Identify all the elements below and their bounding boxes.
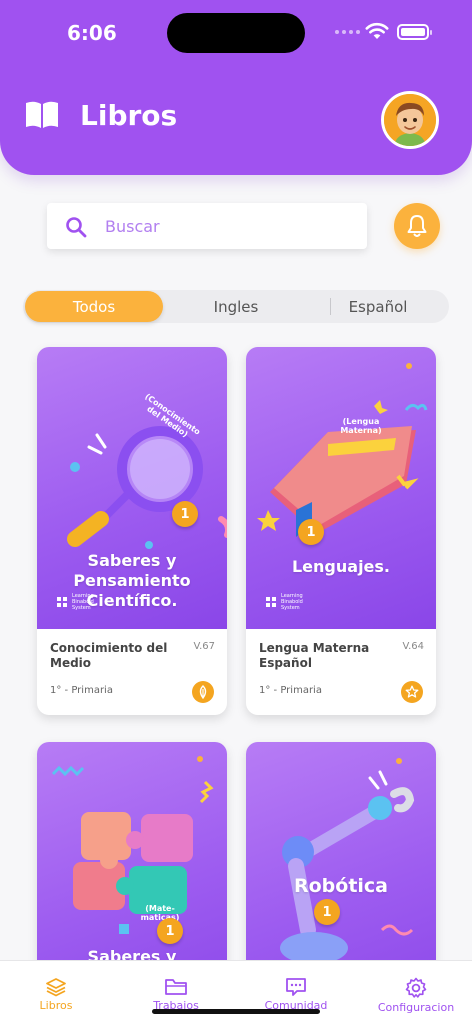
search-icon[interactable] bbox=[65, 216, 87, 238]
status-time: 6:06 bbox=[67, 21, 117, 45]
cover-grade-badge: 1 bbox=[157, 918, 183, 944]
book-cover: (Conocimiento del Medio) 1 Saberes y Pen… bbox=[37, 347, 227, 629]
category-tabs: Todos Ingles Español bbox=[23, 290, 449, 323]
publisher-logo-text: Learning Binabold System bbox=[281, 593, 303, 611]
book-grade: 1° - Primaria bbox=[259, 685, 322, 696]
cover-title: Lenguajes. bbox=[291, 557, 390, 576]
book-info: Lengua Materna Español V.64 1° - Primari… bbox=[246, 629, 436, 715]
wifi-icon bbox=[365, 22, 389, 39]
book-version: V.67 bbox=[193, 641, 215, 652]
publisher-logo: Learning Binabold System bbox=[266, 593, 321, 611]
tab-todos[interactable]: Todos bbox=[25, 291, 163, 322]
book-name: Lengua Materna Español bbox=[259, 641, 370, 670]
grid-logo-icon bbox=[266, 597, 276, 607]
nav-libros[interactable]: Libros bbox=[18, 977, 94, 1012]
nav-comunidad[interactable]: Comunidad bbox=[256, 977, 336, 1012]
cover-subject: (Lengua Materna) bbox=[340, 417, 382, 435]
tab-espanol[interactable]: Español bbox=[309, 291, 447, 322]
book-info: Conocimiento del Medio V.67 1° - Primari… bbox=[37, 629, 227, 715]
folder-icon bbox=[165, 979, 187, 995]
search-input[interactable] bbox=[105, 213, 355, 239]
cover-title: Robótica bbox=[293, 875, 389, 897]
leaf-icon bbox=[199, 685, 207, 699]
cover-grade-badge: 1 bbox=[298, 519, 324, 545]
dynamic-island bbox=[167, 13, 305, 53]
publisher-logo: Learning Binabold System bbox=[57, 593, 112, 611]
bottom-nav: Libros Trabajos Comunidad Configuracion bbox=[0, 960, 472, 1024]
book-illustration-icon bbox=[257, 400, 428, 537]
layers-icon bbox=[46, 978, 66, 997]
book-version: V.64 bbox=[402, 641, 424, 652]
robot-arm-illustration-icon bbox=[280, 770, 415, 962]
nav-label: Libros bbox=[39, 999, 73, 1012]
book-cover: (Lengua Materna) 1 Lenguajes. Learning B… bbox=[246, 347, 436, 629]
page-title: Libros bbox=[80, 99, 178, 132]
book-grade: 1° - Primaria bbox=[50, 685, 113, 696]
tab-ingles[interactable]: Ingles bbox=[167, 291, 305, 322]
dot-decoration bbox=[406, 363, 412, 369]
book-card[interactable]: (Conocimiento del Medio) 1 Saberes y Pen… bbox=[37, 347, 227, 715]
signal-icon bbox=[335, 30, 360, 34]
chat-icon bbox=[286, 978, 306, 996]
card-action-button[interactable] bbox=[192, 681, 214, 703]
publisher-logo-text: Learning Binabold System bbox=[72, 593, 94, 611]
nav-trabajos[interactable]: Trabajos bbox=[138, 977, 214, 1012]
cover-subject: (Mate-maticas) bbox=[140, 904, 180, 922]
user-avatar[interactable] bbox=[381, 91, 439, 149]
star-icon bbox=[405, 685, 419, 698]
nav-configuracion[interactable]: Configuracion bbox=[370, 977, 462, 1014]
home-indicator bbox=[152, 1009, 320, 1014]
gear-icon bbox=[405, 977, 427, 998]
app-header: 6:06 Libros bbox=[0, 0, 472, 175]
notifications-button[interactable] bbox=[394, 203, 440, 249]
grid-logo-icon bbox=[57, 597, 67, 607]
book-card[interactable]: (Lengua Materna) 1 Lenguajes. Learning B… bbox=[246, 347, 436, 715]
battery-icon bbox=[397, 24, 432, 40]
open-book-icon bbox=[26, 101, 58, 128]
card-action-button[interactable] bbox=[401, 681, 423, 703]
nav-label: Configuracion bbox=[377, 1001, 455, 1014]
cover-grade-badge: 1 bbox=[172, 501, 198, 527]
avatar-character-icon bbox=[384, 94, 436, 146]
bell-icon bbox=[407, 215, 427, 237]
cover-grade-badge: 1 bbox=[314, 899, 340, 925]
book-name: Conocimiento del Medio bbox=[50, 641, 168, 670]
search-bar bbox=[47, 203, 367, 249]
